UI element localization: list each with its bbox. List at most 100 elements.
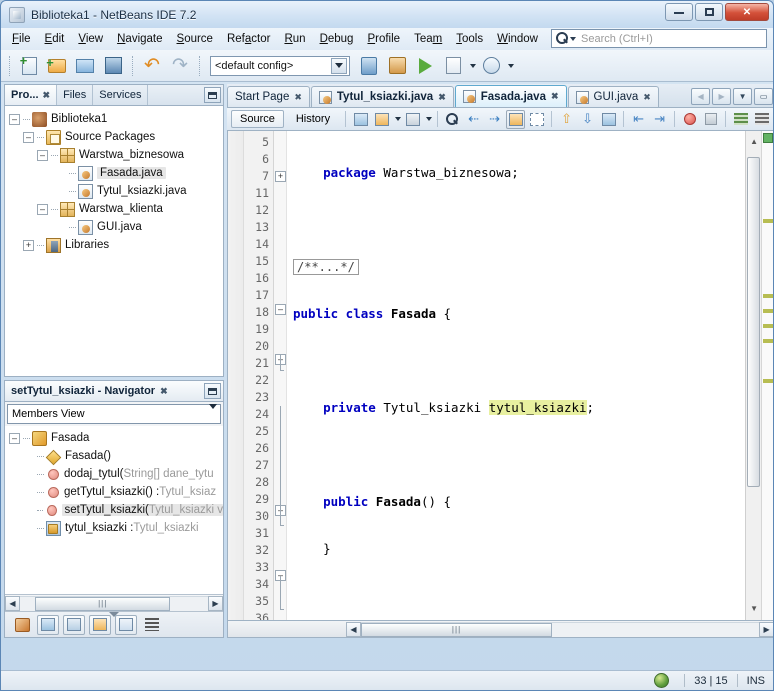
project-configuration-select[interactable]: <default config> — [210, 55, 350, 76]
tab-list-dropdown-button[interactable]: ▼ — [733, 88, 753, 105]
shift-left-button[interactable]: ⇤ — [629, 110, 648, 129]
find-previous-button[interactable]: ⇠ — [464, 110, 483, 129]
close-icon[interactable]: ✖ — [43, 90, 51, 101]
back-button[interactable] — [372, 110, 391, 129]
find-next-button[interactable]: ⇢ — [485, 110, 504, 129]
menu-source[interactable]: Source — [170, 31, 220, 47]
menu-run[interactable]: Run — [277, 31, 312, 47]
menu-profile[interactable]: Profile — [360, 31, 407, 47]
occurrence-mark[interactable] — [763, 294, 773, 298]
view-tab-source[interactable]: Source — [231, 110, 284, 128]
expand-toggle-icon[interactable]: – — [37, 149, 48, 161]
close-icon[interactable]: ✖ — [294, 92, 302, 103]
glyph-gutter[interactable] — [228, 131, 244, 620]
expand-toggle-icon[interactable]: – — [9, 432, 20, 444]
tree-item-source-packages[interactable]: – Source Packages — [9, 128, 223, 146]
scroll-tabs-left-button[interactable]: ◀ — [691, 88, 711, 105]
debug-dropdown-caret-icon[interactable] — [470, 63, 476, 68]
scroll-thumb[interactable]: ||| — [35, 596, 171, 611]
occurrence-mark[interactable] — [763, 379, 773, 383]
editor-tab-start-page[interactable]: Start Page ✖ — [227, 86, 310, 107]
editor-vertical-scrollbar[interactable]: ▲ ▼ — [745, 131, 762, 620]
menu-navigate[interactable]: Navigate — [110, 31, 169, 47]
tree-item-tytul-ksiazki-java[interactable]: Tytul_ksiazki.java — [9, 182, 223, 200]
scroll-thumb[interactable]: ||| — [361, 622, 553, 637]
sort-by-source-button[interactable] — [141, 615, 163, 635]
toggle-breakpoint-button[interactable] — [680, 110, 699, 129]
minimize-button[interactable] — [665, 3, 693, 21]
tab-services[interactable]: Services — [93, 85, 149, 105]
expand-toggle-icon[interactable]: – — [23, 131, 34, 143]
menu-tools[interactable]: Tools — [449, 31, 490, 47]
chevron-down-icon[interactable] — [570, 36, 576, 41]
open-project-button[interactable] — [72, 53, 98, 79]
navigator-item-get-tytul-ksiazki[interactable]: getTytul_ksiazki() : Tytul_ksiaz — [9, 483, 223, 501]
scroll-left-button[interactable]: ◀ — [346, 621, 361, 637]
navigator-horizontal-scrollbar[interactable]: ◀ ||| ▶ — [5, 594, 223, 611]
scroll-tabs-right-button[interactable]: ▶ — [712, 88, 732, 105]
forward-dropdown-caret-icon[interactable] — [426, 117, 433, 121]
filter-members-button[interactable] — [11, 615, 33, 635]
sort-alphabetically-button[interactable] — [115, 614, 137, 635]
menu-team[interactable]: Team — [407, 31, 449, 47]
search-box[interactable]: Search (Ctrl+I) — [551, 29, 767, 48]
previous-bookmark-button[interactable]: ⇧ — [557, 110, 576, 129]
fold-expand-icon[interactable]: + — [275, 171, 286, 182]
navigator-item-fasada-constructor[interactable]: Fasada() — [9, 447, 223, 465]
stop-button[interactable] — [701, 110, 720, 129]
chevron-down-icon[interactable] — [209, 404, 217, 421]
toggle-bookmark-button[interactable] — [599, 110, 618, 129]
view-tab-history[interactable]: History — [288, 110, 338, 128]
redo-button[interactable]: ↷ — [167, 53, 193, 79]
shift-right-button[interactable]: ⇥ — [650, 110, 669, 129]
fold-collapse-icon[interactable]: – — [275, 304, 286, 315]
occurrence-mark[interactable] — [763, 309, 773, 313]
back-dropdown-caret-icon[interactable] — [395, 117, 402, 121]
editor-horizontal-scrollbar[interactable]: ◀ ||| ▶ — [227, 621, 773, 638]
tree-item-fasada-java[interactable]: Fasada.java — [9, 164, 223, 182]
navigator-item-fasada-class[interactable]: – Fasada — [9, 429, 223, 447]
menu-refactor[interactable]: Refactor — [220, 31, 277, 47]
scroll-thumb[interactable] — [747, 157, 761, 487]
navigator-tree[interactable]: – Fasada Fasada() dodaj_tytul(String[] d… — [5, 426, 223, 594]
tree-item-biblioteka1[interactable]: – Biblioteka1 — [9, 110, 223, 128]
profile-project-button[interactable] — [478, 53, 504, 79]
minimize-projects-panel-button[interactable] — [204, 87, 221, 103]
code-editor[interactable]: 5 6 7 11 12 13 14 15 16 17 18 19 20 21 2… — [227, 131, 773, 621]
navigator-item-tytul-ksiazki-field[interactable]: tytul_ksiazki : Tytul_ksiazki — [9, 519, 223, 537]
occurrence-mark[interactable] — [763, 324, 773, 328]
navigator-item-dodaj-tytul[interactable]: dodaj_tytul(String[] dane_tytu — [9, 465, 223, 483]
menu-window[interactable]: Window — [490, 31, 545, 47]
scroll-right-button[interactable]: ▶ — [208, 595, 223, 611]
profile-dropdown-caret-icon[interactable] — [508, 63, 514, 68]
notification-globe-icon[interactable] — [654, 673, 670, 688]
clean-build-button[interactable] — [384, 53, 410, 79]
close-icon[interactable]: ✖ — [643, 92, 651, 103]
close-icon[interactable]: ✖ — [438, 92, 446, 103]
editor-tab-tytul-ksiazki-java[interactable]: Tytul_ksiazki.java ✖ — [310, 86, 454, 107]
menu-view[interactable]: View — [71, 31, 110, 47]
editor-tab-gui-java[interactable]: GUI.java ✖ — [567, 86, 659, 107]
build-project-button[interactable] — [356, 53, 382, 79]
uncomment-button[interactable] — [752, 110, 771, 129]
chevron-down-icon[interactable] — [331, 57, 347, 74]
collapse-handle-icon[interactable] — [109, 612, 119, 617]
menu-debug[interactable]: Debug — [313, 31, 361, 47]
tree-item-gui-java[interactable]: GUI.java — [9, 218, 223, 236]
last-edit-button[interactable] — [351, 110, 370, 129]
scroll-down-button[interactable]: ▼ — [748, 602, 760, 614]
close-button[interactable]: ✕ — [725, 3, 769, 21]
scroll-track[interactable]: ||| — [361, 621, 760, 637]
occurrence-mark[interactable] — [763, 339, 773, 343]
toggle-rectangular-selection-button[interactable] — [527, 110, 546, 129]
code-folding-gutter[interactable]: + – – – – — [274, 131, 287, 620]
menu-edit[interactable]: Edit — [38, 31, 72, 47]
expand-toggle-icon[interactable]: + — [23, 239, 34, 251]
new-file-button[interactable]: + — [16, 53, 42, 79]
scroll-left-button[interactable]: ◀ — [5, 595, 20, 611]
scroll-track[interactable]: ||| — [20, 595, 208, 611]
find-selection-button[interactable] — [443, 110, 462, 129]
tab-projects[interactable]: Pro... ✖ — [5, 85, 58, 105]
minimize-navigator-button[interactable] — [204, 383, 221, 399]
debug-project-button[interactable] — [440, 53, 466, 79]
